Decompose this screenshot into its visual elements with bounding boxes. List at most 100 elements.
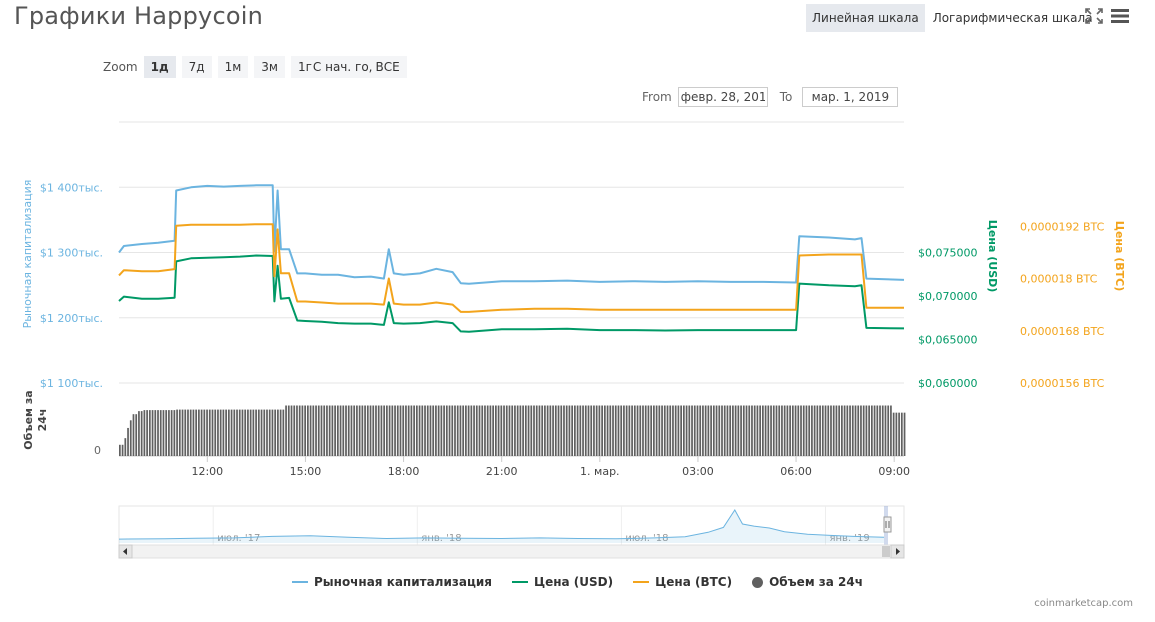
volume-bar [778,405,781,456]
volume-bar [225,409,227,456]
volume-bar [797,405,800,456]
volume-bar [454,405,456,456]
volume-bar [494,405,497,456]
x-tick-label: 1. мар. [580,465,620,478]
volume-bar [764,405,767,456]
volume-bar [712,405,715,456]
zoom-1d-button[interactable]: 1д [143,56,176,78]
navigator-frame [118,505,905,546]
volume-bar [271,409,274,456]
volume-bar [890,405,892,456]
from-label: From [642,90,672,104]
volume-bar [552,405,554,456]
volume-bar [415,405,418,456]
volume-bar [478,405,481,456]
volume-bar [418,405,421,456]
zoom-7d-button[interactable]: 7д [181,56,212,78]
volume-bar [625,405,628,456]
volume-bar [287,405,290,456]
volume-bar [260,409,263,456]
volume-bar [574,405,576,456]
price-chart: $1 400тыс. $1 300тыс. $1 200тыс. $1 100тыс.… [21,121,1126,559]
to-label: To [779,90,793,104]
volume-bar [200,409,203,456]
volume-bar [263,409,266,456]
volume-bar [631,405,633,456]
volume-bar [268,409,271,456]
zoom-3m-button[interactable]: 3м [254,56,285,78]
log-scale-button[interactable]: Логарифмическая шкала [927,4,1099,32]
volume-bar [443,405,445,456]
volume-bar [682,405,685,456]
navigator: июл. '17 янв. '18 июл. '18 янв. '19 [118,505,905,559]
volume-bar [465,405,467,456]
usd-axis: $0,075000 $0,070000 $0,065000 $0,060000 Цена… [918,220,999,390]
volume-bar [802,405,805,456]
volume-bar [214,409,217,456]
volume-bar [162,410,165,456]
volume-bar [892,412,895,456]
volume-bar [208,409,211,456]
navigator-handle-icon[interactable] [883,516,892,533]
zoom-1m-button[interactable]: 1м [217,56,249,78]
zoom-all-button[interactable]: ВСЕ [375,56,407,78]
volume-bar [121,444,124,456]
volume-axis-title: Объем за24ч [22,390,49,449]
arrow-left-icon[interactable] [118,544,133,559]
volume-bar [459,405,462,456]
volume-bar [835,405,838,456]
legend-market-cap[interactable]: Рыночная капитализация [292,575,492,589]
volume-bar [173,410,176,456]
arrow-right-icon[interactable] [890,544,905,559]
to-date-input[interactable] [802,87,899,107]
volume-bar [388,405,391,456]
volume-bar [639,405,642,456]
x-tick-label: 18:00 [388,465,420,478]
volume-bar [255,409,257,456]
left-axis-tick-label: $1 100тыс. [40,377,103,390]
volume-bar [304,405,306,456]
volume-bar [298,405,301,456]
zoom-ytd-button[interactable]: С нач. го, [312,56,376,78]
fullscreen-icon[interactable] [1085,8,1103,24]
legend-price-usd-label: Цена (USD) [533,575,614,589]
volume-zero-label: 0 [94,444,101,457]
volume-bar [140,411,143,456]
volume-bar [514,405,516,456]
linear-scale-button[interactable]: Линейная шкала [806,4,925,32]
volume-bar [734,405,737,456]
legend-price-btc[interactable]: Цена (BTC) [633,575,732,589]
volume-bar [429,405,432,456]
scroll-left-button [118,544,133,559]
volume-bar [484,405,486,456]
volume-bar [326,405,328,456]
volume-bar [157,410,159,456]
volume-bar [328,405,331,456]
from-date-input[interactable] [677,87,768,107]
volume-bar [159,410,162,456]
volume-bar [296,405,298,456]
hamburger-menu-icon[interactable] [1111,8,1129,24]
volume-bar [486,405,489,456]
volume-bar [377,405,380,456]
left-axis-tick-label: $1 300тыс. [40,247,103,260]
legend-price-usd[interactable]: Цена (USD) [511,575,614,589]
volume-bar [301,405,304,456]
navigator-selection [884,506,888,545]
volume-bar [868,405,870,456]
volume-bar [170,410,173,456]
zoom-1y-button[interactable]: 1г [290,56,313,78]
credit-link[interactable]: coinmarketcap.com [1034,598,1133,609]
volume-bar [219,409,222,456]
volume-bar [396,405,399,456]
legend-volume[interactable]: Объем за 24ч [752,575,863,589]
x-tick-label: 21:00 [486,465,518,478]
volume-bar [672,405,674,456]
volume-bar [277,409,279,456]
volume-bar [211,409,214,456]
volume-bar [549,405,552,456]
volume-bar [492,405,494,456]
scale-toggle: Линейная шкала Логарифмическая шкала [806,4,1099,32]
volume-bar [124,438,127,456]
usd-axis-tick-label: $0,070000 [918,290,978,303]
